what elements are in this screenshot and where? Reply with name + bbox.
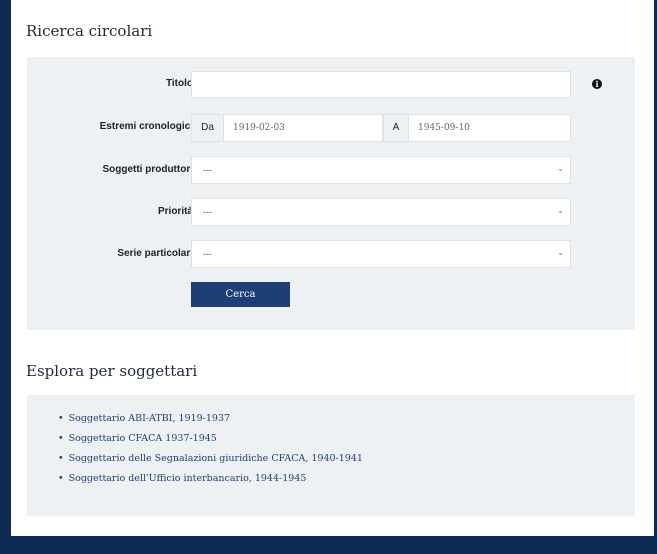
estremi-cronologici-label: Estremi cronologici — [99, 121, 193, 132]
priorita-value: --- — [203, 207, 212, 217]
frame-bottom-bar — [0, 536, 657, 554]
titolo-label: Titolo — [165, 78, 193, 89]
titolo-input[interactable] — [191, 71, 571, 98]
soggettario-link-label: Soggettario ABI-ATBI, 1919-1937 — [68, 413, 231, 424]
soggetti-produttori-value: --- — [203, 165, 212, 175]
info-icon[interactable]: i — [592, 79, 602, 89]
bullet: • — [58, 413, 64, 424]
soggettario-link-label: Soggettario delle Segnalazioni giuridich… — [68, 453, 363, 464]
date-to-addon: A — [383, 114, 409, 142]
serie-particolari-label: Serie particolari — [117, 248, 193, 259]
soggettario-link[interactable]: • Soggettario ABI-ATBI, 1919-1937 — [58, 412, 363, 432]
soggettario-link[interactable]: • Soggettario delle Segnalazioni giuridic… — [58, 452, 363, 472]
serie-particolari-value: --- — [203, 249, 212, 259]
chevron-down-icon: ⌄ — [557, 248, 564, 257]
cerca-button[interactable]: Cerca — [191, 282, 290, 307]
frame-left-bar — [0, 0, 11, 554]
date-to-input[interactable]: 1945-09-10 — [408, 114, 571, 142]
bullet: • — [58, 453, 64, 464]
serie-particolari-select[interactable]: --- ⌄ — [191, 240, 571, 268]
soggettario-link-label: Soggettario CFACA 1937-1945 — [68, 433, 217, 444]
bullet: • — [58, 433, 64, 444]
soggetti-produttori-label: Soggetti produttori — [102, 164, 193, 175]
soggetti-produttori-select[interactable]: --- ⌄ — [191, 156, 571, 184]
search-section-title: Ricerca circolari — [26, 22, 153, 40]
chevron-down-icon: ⌄ — [557, 206, 564, 215]
explore-section-title: Esplora per soggettari — [26, 362, 198, 380]
soggettario-link[interactable]: • Soggettario dell'Ufficio interbancario,… — [58, 472, 363, 492]
priorita-label: Priorità — [157, 206, 193, 217]
priorita-select[interactable]: --- ⌄ — [191, 198, 571, 226]
soggettario-link[interactable]: • Soggettario CFACA 1937-1945 — [58, 432, 363, 452]
date-from-input[interactable]: 1919-02-03 — [223, 114, 383, 142]
soggettari-list: • Soggettario ABI-ATBI, 1919-1937 • Sogget… — [58, 412, 363, 492]
date-from-addon: Da — [191, 114, 224, 142]
bullet: • — [58, 473, 64, 484]
soggettario-link-label: Soggettario dell'Ufficio interbancario, … — [68, 473, 307, 484]
chevron-down-icon: ⌄ — [557, 164, 564, 173]
